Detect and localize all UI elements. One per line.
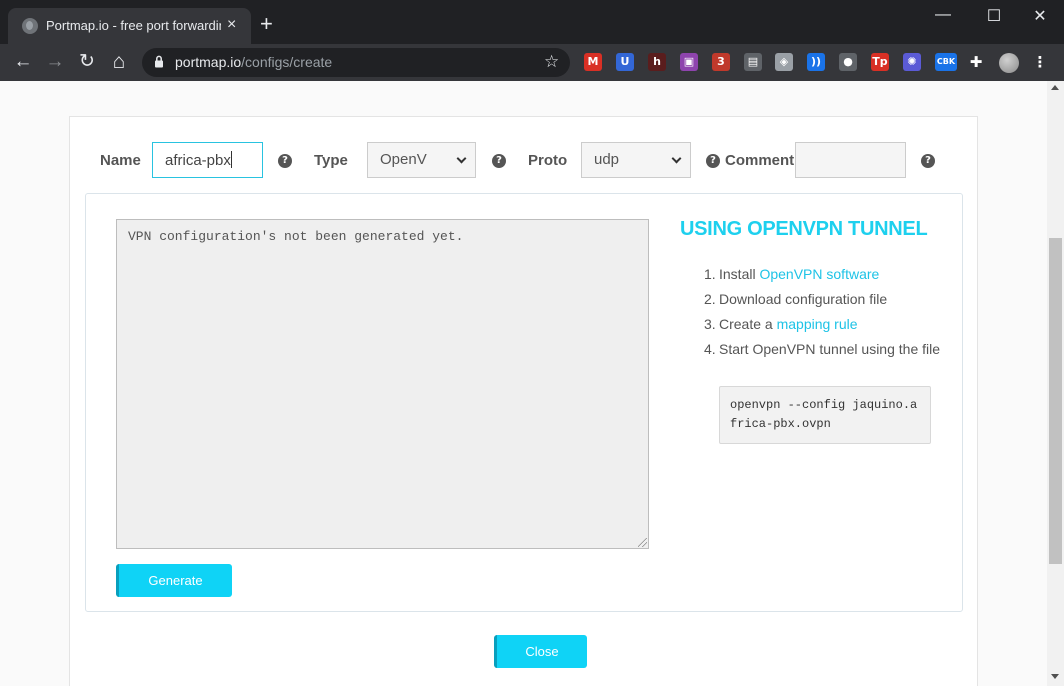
step-text: Start OpenVPN tunnel using the file xyxy=(719,341,941,357)
reload-button[interactable]: ↻ xyxy=(75,50,99,74)
close-window-button[interactable]: ✕ xyxy=(1025,6,1055,26)
text-cursor xyxy=(230,151,232,168)
list-item: 2. Download configuration file xyxy=(704,287,944,312)
instructions-list: 1. Install OpenVPN software 2. Download … xyxy=(704,262,944,362)
puzzle-icon[interactable]: ✚ xyxy=(967,53,985,71)
wave-icon[interactable]: )) xyxy=(807,53,825,71)
chevron-down-icon xyxy=(456,153,467,164)
name-help-icon[interactable]: ? xyxy=(278,154,292,168)
home-button[interactable]: ⌂ xyxy=(107,50,131,74)
cbk-extension-icon[interactable]: CBK xyxy=(935,53,957,71)
command-code-block: openvpn --config jaquino.africa-pbx.ovpn xyxy=(719,386,931,444)
comment-label: Comment xyxy=(725,152,795,169)
page-scrollbar[interactable] xyxy=(1047,81,1064,686)
name-label: Name xyxy=(100,152,141,169)
scroll-up-arrow-icon[interactable] xyxy=(1051,85,1059,90)
tab-title: Portmap.io - free port forwarding xyxy=(46,18,221,33)
back-button[interactable]: ← xyxy=(11,50,35,74)
step-text: Download configuration file xyxy=(719,291,888,307)
proto-select[interactable]: udp xyxy=(581,142,691,178)
badge-3-extension-icon[interactable]: 3 xyxy=(712,53,730,71)
address-bar[interactable]: portmap.io/configs/create ☆ xyxy=(142,48,570,77)
mapping-rule-link[interactable]: mapping rule xyxy=(777,316,858,332)
proto-help-icon[interactable]: ? xyxy=(706,154,720,168)
sidebar-title: USING OPENVPN TUNNEL xyxy=(680,218,928,240)
forward-button[interactable]: → xyxy=(43,50,67,74)
type-label: Type xyxy=(314,152,348,169)
browser-titlebar: Portmap.io - free port forwarding × + — … xyxy=(0,0,1064,44)
config-text: VPN configuration's not been generated y… xyxy=(128,229,464,244)
type-select-value: OpenV xyxy=(380,151,427,168)
gear-flower-icon[interactable]: ✺ xyxy=(903,53,921,71)
url-host: portmap.io xyxy=(175,54,242,70)
maximize-button[interactable]: ☐ xyxy=(979,6,1009,26)
menu-kebab-icon[interactable]: ⋮ xyxy=(1031,53,1049,71)
chevron-down-icon xyxy=(671,153,682,164)
step-number: 1. xyxy=(704,266,716,282)
bookmark-star-icon[interactable]: ☆ xyxy=(544,52,559,72)
list-item: 3. Create a mapping rule xyxy=(704,312,944,337)
list-item: 1. Install OpenVPN software xyxy=(704,262,944,287)
shield-u-icon[interactable]: U xyxy=(616,53,634,71)
resize-handle-icon[interactable] xyxy=(638,538,647,547)
scrollbar-thumb[interactable] xyxy=(1049,238,1062,564)
name-input[interactable]: africa-pbx xyxy=(152,142,263,178)
dots-extension-icon[interactable]: ● xyxy=(839,53,857,71)
image-extension-icon[interactable]: ▣ xyxy=(680,53,698,71)
gmail-icon[interactable]: M xyxy=(584,53,602,71)
generate-button[interactable]: Generate xyxy=(116,564,232,597)
reader-icon[interactable]: ▤ xyxy=(744,53,762,71)
step-number: 3. xyxy=(704,316,716,332)
openvpn-software-link[interactable]: OpenVPN software xyxy=(759,266,879,282)
config-textarea[interactable]: VPN configuration's not been generated y… xyxy=(116,219,649,549)
comment-help-icon[interactable]: ? xyxy=(921,154,935,168)
h-extension-icon[interactable]: h xyxy=(648,53,666,71)
new-tab-button[interactable]: + xyxy=(260,13,273,35)
type-select[interactable]: OpenV xyxy=(367,142,476,178)
step-number: 4. xyxy=(704,341,716,357)
shield-icon[interactable]: ◈ xyxy=(775,53,793,71)
type-help-icon[interactable]: ? xyxy=(492,154,506,168)
proto-label: Proto xyxy=(528,152,568,169)
globe-icon xyxy=(22,18,38,34)
step-text: Install xyxy=(719,266,760,282)
name-input-value: africa-pbx xyxy=(165,152,231,169)
profile-avatar[interactable] xyxy=(999,53,1019,73)
proto-select-value: udp xyxy=(594,151,620,168)
close-button[interactable]: Close xyxy=(494,635,587,668)
url-path: /configs/create xyxy=(241,54,333,70)
tp-extension-icon[interactable]: Tp xyxy=(871,53,889,71)
browser-tab[interactable]: Portmap.io - free port forwarding × xyxy=(8,8,251,44)
tab-close-icon[interactable]: × xyxy=(227,17,236,33)
comment-input[interactable] xyxy=(795,142,906,178)
scroll-down-arrow-icon[interactable] xyxy=(1051,674,1059,679)
step-text: Create a xyxy=(719,316,777,332)
list-item: 4. Start OpenVPN tunnel using the file xyxy=(704,337,944,362)
browser-toolbar: ← → ↻ ⌂ portmap.io/configs/create ☆ M Uh ▣… xyxy=(0,44,1064,81)
url-text: portmap.io/configs/create xyxy=(175,54,332,70)
step-number: 2. xyxy=(704,291,716,307)
lock-icon xyxy=(155,55,163,68)
minimize-button[interactable]: — xyxy=(928,6,958,24)
